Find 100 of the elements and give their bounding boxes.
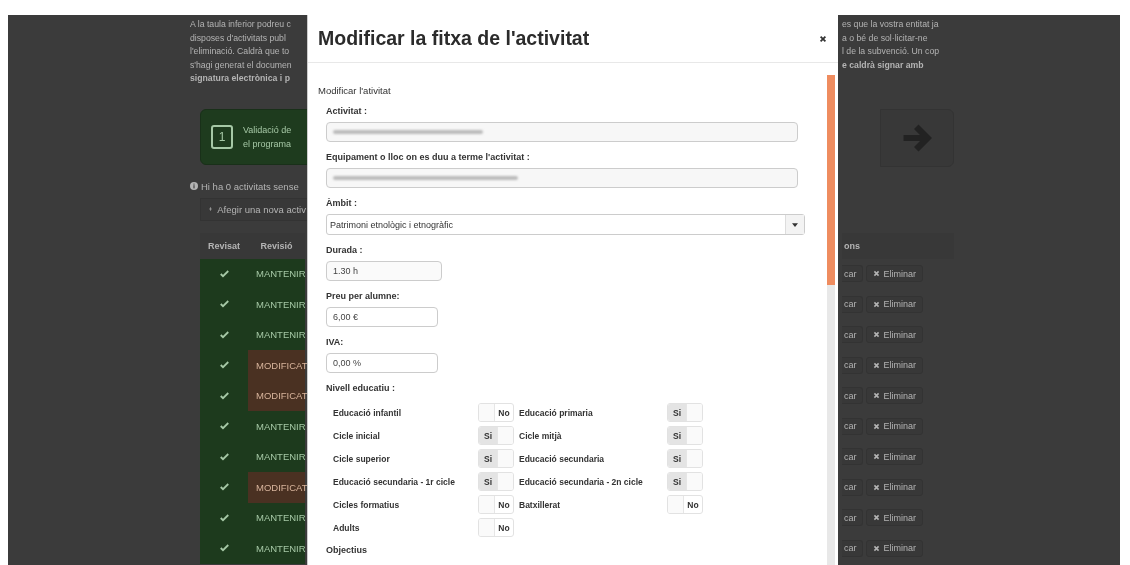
toggle-label: Adults (333, 522, 361, 533)
check-icon (219, 330, 229, 339)
delete-button[interactable]: Eliminar (865, 417, 924, 435)
edit-button[interactable]: car (842, 356, 863, 374)
toggle-switch[interactable]: Si (478, 449, 514, 468)
input-field[interactable] (326, 122, 798, 142)
check-icon (219, 361, 229, 370)
toggle-label: Educació secundaria - 1r cicle (333, 476, 456, 487)
input-field[interactable]: 0,00 % (326, 353, 438, 373)
close-icon[interactable] (819, 34, 827, 43)
toggle-switch[interactable]: Si (667, 403, 703, 422)
status-cell-text: MANTENIR (255, 267, 305, 282)
field-label: Àmbit : (326, 198, 358, 208)
check-icon (219, 422, 229, 431)
delete-button[interactable]: Eliminar (865, 265, 924, 283)
close-icon (872, 422, 880, 430)
status-cell-text: MANTENIR (255, 450, 305, 465)
toggle-switch[interactable]: No (478, 495, 514, 514)
intro-text: l'eliminació. Caldrà que to (190, 45, 291, 58)
toggle-switch[interactable]: Si (667, 472, 703, 491)
field-label: Durada : (326, 245, 364, 255)
delete-button[interactable]: Eliminar (865, 326, 924, 344)
column-header: Revisat (207, 240, 241, 251)
close-icon (872, 270, 880, 278)
intro-text: A la taula inferior podreu c (190, 18, 292, 31)
toggle-switch[interactable]: No (478, 403, 514, 422)
column-header: Revisió (259, 240, 294, 251)
edit-button[interactable]: car (842, 387, 863, 405)
dropdown[interactable]: Patrimoni etnològic i etnogràfic (326, 214, 805, 235)
check-icon (219, 300, 229, 309)
check-icon (219, 544, 229, 553)
info-text: Hi ha 0 activitats sense (201, 180, 299, 192)
section-title: Modificar l'ativitat (318, 85, 392, 96)
input-field[interactable]: 6,00 € (326, 307, 438, 327)
edit-button[interactable]: car (842, 326, 863, 344)
toggle-label: Educació secundaria - 2n cicle (519, 476, 644, 487)
delete-button[interactable]: Eliminar (865, 539, 924, 557)
check-icon (219, 391, 229, 400)
toggle-switch[interactable]: Si (667, 426, 703, 445)
toggle-label: Cicle mitjà (519, 430, 563, 441)
close-icon (872, 300, 880, 308)
edit-button[interactable]: car (842, 265, 863, 283)
status-cell-text: MANTENIR (255, 419, 305, 434)
close-icon (872, 361, 880, 369)
close-icon (872, 514, 880, 522)
check-icon (219, 269, 229, 278)
toggle-label: Educació secundaria (519, 453, 606, 464)
check-icon (219, 483, 229, 492)
modal-title: Modificar la fitxa de l'activitat (318, 27, 590, 50)
info-icon (190, 182, 198, 190)
caret-icon (792, 222, 798, 227)
toggle-label: Educació infantil (333, 407, 402, 418)
status-cell: MODIFICAT (248, 350, 305, 381)
toggle-switch[interactable]: Si (478, 426, 514, 445)
next-step-button[interactable] (880, 108, 954, 167)
status-cell-text: MANTENIR (255, 541, 305, 556)
field-label: IVA: (326, 337, 345, 347)
edit-button[interactable]: car (842, 478, 863, 496)
toggle-switch[interactable]: Si (667, 449, 703, 468)
delete-button[interactable]: Eliminar (865, 356, 924, 374)
status-cell-text: MANTENIR (255, 297, 305, 312)
edit-button[interactable]: car (842, 417, 863, 435)
edit-button[interactable]: car (842, 295, 863, 313)
intro-text: signatura electrònica i p (190, 72, 291, 85)
toggle-switch[interactable]: No (478, 518, 514, 537)
delete-button[interactable]: Eliminar (865, 448, 924, 466)
delete-button[interactable]: Eliminar (865, 509, 924, 527)
scrollbar[interactable] (827, 75, 835, 565)
field-label: Equipament o lloc on es duu a terme l'activitat : (326, 152, 531, 162)
toggle-switch[interactable]: No (667, 495, 703, 514)
delete-button[interactable]: Eliminar (865, 478, 924, 496)
edit-button[interactable]: car (842, 539, 863, 557)
check-icon (219, 513, 229, 522)
input-field[interactable]: 1.30 h (326, 261, 442, 281)
status-cell: MODIFICAT (248, 472, 305, 503)
field-label: Objectius (326, 545, 368, 555)
toggle-label: Educació primaria (519, 407, 594, 418)
edit-button[interactable]: car (842, 509, 863, 527)
close-icon (872, 453, 880, 461)
toggle-label: Cicle inicial (333, 430, 381, 441)
intro-text: es que la vostra entitat ja (842, 18, 940, 31)
plus-icon (209, 205, 213, 213)
delete-button[interactable]: Eliminar (865, 387, 924, 405)
check-icon (219, 452, 229, 461)
step-text: el programa (243, 137, 292, 151)
status-cell-text: MANTENIR (255, 511, 305, 526)
status-cell-text: MANTENIR (255, 328, 305, 343)
close-icon (872, 483, 880, 491)
field-label: Activitat : (326, 106, 368, 116)
field-label: Preu per alumne: (326, 291, 401, 301)
edit-button[interactable]: car (842, 448, 863, 466)
status-cell: MODIFICAT (248, 380, 305, 411)
close-icon (872, 392, 880, 400)
intro-text: a o bé de sol·licitar-ne (842, 31, 929, 45)
toggle-switch[interactable]: Si (478, 472, 514, 491)
field-label: Nivell educatiu : (326, 383, 397, 393)
delete-button[interactable]: Eliminar (865, 295, 924, 313)
close-icon (872, 331, 880, 339)
intro-text: s'hagi generat el documen (190, 58, 293, 72)
input-field[interactable] (326, 168, 798, 188)
